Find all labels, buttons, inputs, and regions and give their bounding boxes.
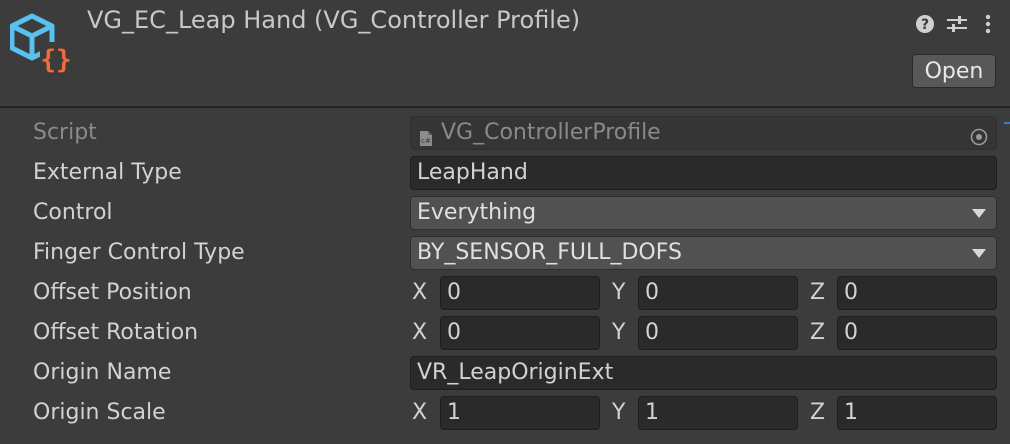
external-type-row: External Type LeapHand	[0, 153, 1010, 193]
axis-z-label: Z	[810, 400, 826, 425]
origin-scale-row: Origin Scale X 1 Y 1 Z 1	[0, 393, 1010, 433]
svg-text:?: ?	[921, 17, 929, 33]
axis-z-label: Z	[810, 280, 826, 305]
kebab-menu-icon[interactable]	[978, 13, 998, 35]
offset-rotation-z-input[interactable]: 0	[837, 316, 997, 350]
offset-rotation-y-input[interactable]: 0	[638, 316, 798, 350]
script-field: c# VG_ControllerProfile	[410, 116, 997, 150]
offset-position-z-input[interactable]: 0	[837, 276, 997, 310]
origin-scale-label: Origin Scale	[33, 400, 166, 425]
control-value: Everything	[417, 200, 537, 225]
control-label: Control	[33, 200, 113, 225]
origin-scale-y-input[interactable]: 1	[638, 396, 798, 430]
svg-text:c#: c#	[421, 137, 431, 145]
finger-control-type-row: Finger Control Type BY_SENSOR_FULL_DOFS	[0, 233, 1010, 273]
axis-y-label: Y	[612, 320, 626, 345]
offset-rotation-row: Offset Rotation X 0 Y 0 Z 0	[0, 313, 1010, 353]
offset-rotation-label: Offset Rotation	[33, 320, 199, 345]
origin-scale-x-input[interactable]: 1	[440, 396, 600, 430]
inspector-title: VG_EC_Leap Hand (VG_Controller Profile)	[87, 6, 581, 34]
offset-position-label: Offset Position	[33, 280, 192, 305]
sliders-icon[interactable]	[946, 13, 968, 35]
svg-text:{}: {}	[40, 45, 71, 75]
finger-control-type-value: BY_SENSOR_FULL_DOFS	[417, 240, 682, 265]
axis-y-label: Y	[612, 400, 626, 425]
script-value: VG_ControllerProfile	[441, 120, 661, 145]
control-row: Control Everything	[0, 193, 1010, 233]
scriptable-object-icon: {}	[9, 12, 74, 76]
finger-control-type-label: Finger Control Type	[33, 240, 245, 265]
axis-z-label: Z	[810, 320, 826, 345]
offset-rotation-x-input[interactable]: 0	[440, 316, 600, 350]
object-picker-icon[interactable]	[970, 124, 988, 146]
axis-x-label: X	[412, 400, 428, 425]
inspector-header: {} VG_EC_Leap Hand (VG_Controller Profil…	[0, 0, 1010, 108]
script-row: Script c# VG_ControllerProfile	[0, 113, 1010, 153]
external-type-label: External Type	[33, 160, 182, 185]
control-dropdown[interactable]: Everything	[410, 196, 997, 230]
script-label: Script	[33, 120, 97, 145]
script-file-icon: c#	[419, 125, 433, 146]
external-type-input[interactable]: LeapHand	[410, 156, 997, 190]
origin-name-label: Origin Name	[33, 360, 172, 385]
dropdown-arrow-icon	[972, 249, 986, 258]
axis-x-label: X	[412, 280, 428, 305]
origin-name-row: Origin Name VR_LeapOriginExt	[0, 353, 1010, 393]
origin-name-input[interactable]: VR_LeapOriginExt	[410, 356, 997, 390]
finger-control-type-dropdown[interactable]: BY_SENSOR_FULL_DOFS	[410, 236, 997, 270]
offset-position-x-input[interactable]: 0	[440, 276, 600, 310]
offset-position-y-input[interactable]: 0	[638, 276, 798, 310]
dropdown-arrow-icon	[972, 209, 986, 218]
open-button[interactable]: Open	[912, 54, 996, 88]
origin-scale-z-input[interactable]: 1	[837, 396, 997, 430]
help-icon[interactable]: ?	[914, 13, 936, 35]
offset-position-row: Offset Position X 0 Y 0 Z 0	[0, 273, 1010, 313]
axis-x-label: X	[412, 320, 428, 345]
axis-y-label: Y	[612, 280, 626, 305]
